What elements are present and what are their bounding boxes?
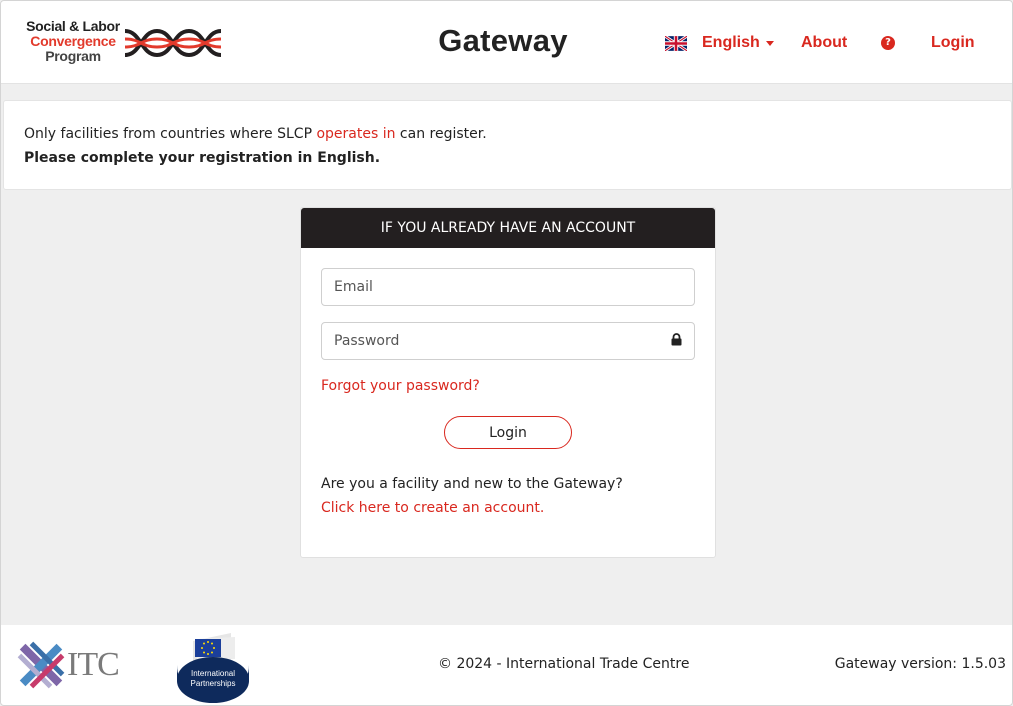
footer: ITC International Partnerships © 2024 - … bbox=[1, 625, 1012, 705]
email-field[interactable] bbox=[321, 268, 695, 306]
forgot-password-link[interactable]: Forgot your password? bbox=[321, 378, 480, 394]
itc-cross-icon bbox=[17, 641, 65, 689]
registration-notice: Only facilities from countries where SLC… bbox=[3, 100, 1012, 190]
nav-about-link[interactable]: About bbox=[801, 34, 847, 52]
logo-line-3: Program bbox=[45, 48, 101, 64]
eu-logo-line-1: International bbox=[191, 669, 235, 678]
help-circle-icon[interactable]: ? bbox=[881, 36, 895, 50]
app-title: Gateway bbox=[438, 23, 568, 58]
itc-logo-text: ITC bbox=[67, 646, 120, 683]
version-text: Gateway version: 1.5.03 bbox=[834, 656, 1006, 672]
email-input[interactable] bbox=[322, 269, 694, 305]
eu-logo-line-2: Partnerships bbox=[191, 679, 236, 688]
new-facility-question: Are you a facility and new to the Gatewa… bbox=[321, 476, 623, 492]
language-dropdown[interactable]: English bbox=[665, 31, 774, 55]
notice-line-2: Please complete your registration in Eng… bbox=[24, 150, 381, 166]
language-label: English bbox=[702, 34, 760, 51]
login-card-heading: IF YOU ALREADY HAVE AN ACCOUNT bbox=[301, 208, 715, 248]
lock-icon bbox=[671, 333, 682, 346]
top-header: Social & Labor Convergence Program Gatew… bbox=[1, 1, 1012, 84]
operates-in-link[interactable]: operates in bbox=[316, 126, 395, 142]
caret-down-icon bbox=[765, 40, 774, 46]
logo-line-1: Social & Labor bbox=[26, 18, 120, 34]
page-frame: Social & Labor Convergence Program Gatew… bbox=[0, 0, 1013, 706]
login-button[interactable]: Login bbox=[444, 416, 572, 449]
login-card: IF YOU ALREADY HAVE AN ACCOUNT Forgot yo… bbox=[300, 207, 716, 558]
logo-line-2: Convergence bbox=[30, 33, 116, 49]
nav-login-link[interactable]: Login bbox=[931, 34, 975, 52]
password-field[interactable] bbox=[321, 322, 695, 360]
copyright-text: © 2024 - International Trade Centre bbox=[438, 656, 690, 672]
uk-flag-icon bbox=[665, 35, 687, 51]
braid-logo-icon bbox=[125, 28, 221, 58]
itc-logo: ITC bbox=[17, 640, 120, 690]
notice-line-1: Only facilities from countries where SLC… bbox=[24, 126, 487, 142]
slcp-logo[interactable]: Social & Labor Convergence Program bbox=[21, 19, 223, 67]
password-input[interactable] bbox=[322, 323, 694, 359]
create-account-link[interactable]: Click here to create an account. bbox=[321, 500, 544, 516]
eu-flag-icon: International Partnerships bbox=[177, 633, 249, 703]
eu-partnerships-logo: International Partnerships bbox=[175, 631, 251, 705]
